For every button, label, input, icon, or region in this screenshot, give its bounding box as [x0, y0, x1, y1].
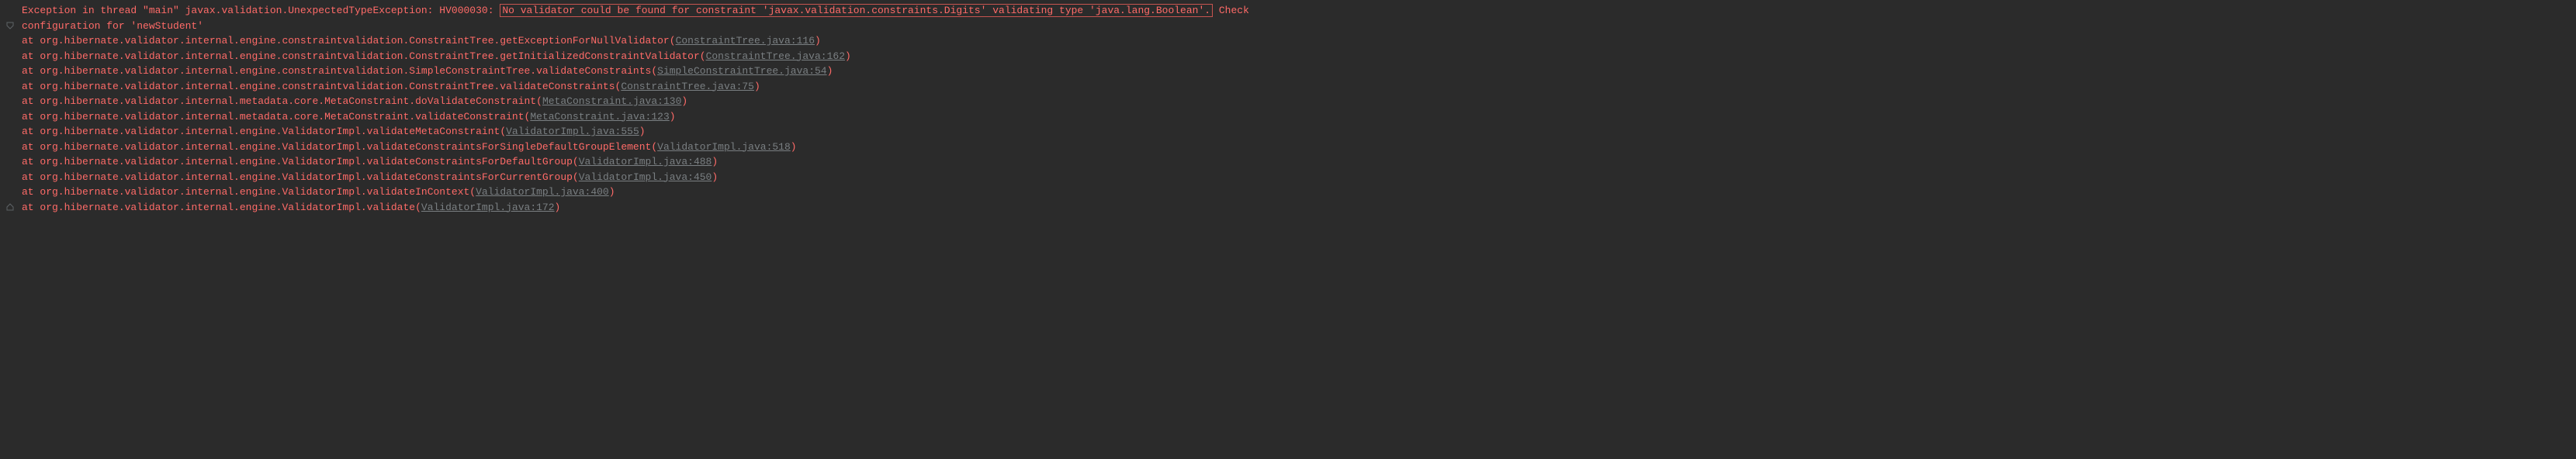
frame-call: org.hibernate.validator.internal.engine.…: [40, 35, 669, 47]
frame-call: org.hibernate.validator.internal.engine.…: [40, 156, 573, 167]
source-link[interactable]: ConstraintTree.java:162: [706, 50, 845, 62]
frame-call: org.hibernate.validator.internal.engine.…: [40, 50, 699, 62]
frame-call: org.hibernate.validator.internal.engine.…: [40, 202, 415, 213]
frame-open: (: [651, 141, 657, 153]
source-link[interactable]: MetaConstraint.java:123: [530, 111, 669, 123]
frame-call: org.hibernate.validator.internal.engine.…: [40, 141, 651, 153]
frame-open: (: [415, 202, 421, 213]
frame-indent: at: [22, 50, 40, 62]
frame-call: org.hibernate.validator.internal.metadat…: [40, 95, 536, 107]
source-link[interactable]: ValidatorImpl.java:488: [579, 156, 712, 167]
source-link[interactable]: ValidatorImpl.java:518: [657, 141, 791, 153]
frame-call: org.hibernate.validator.internal.engine.…: [40, 171, 573, 183]
frame-open: (: [573, 171, 579, 183]
exception-prefix: Exception in thread "main" javax.validat…: [22, 5, 500, 16]
frame-open: (: [500, 126, 506, 137]
stack-frame: at org.hibernate.validator.internal.engi…: [0, 200, 2576, 216]
exception-suffix: Check: [1219, 5, 1249, 16]
source-link[interactable]: ValidatorImpl.java:450: [579, 171, 712, 183]
frame-open: (: [700, 50, 706, 62]
frame-close: ): [791, 141, 797, 153]
frame-call: org.hibernate.validator.internal.engine.…: [40, 81, 615, 92]
frame-close: ): [754, 81, 760, 92]
frame-close: ): [845, 50, 851, 62]
source-link[interactable]: ValidatorImpl.java:400: [476, 186, 609, 198]
source-link[interactable]: ValidatorImpl.java:172: [421, 202, 555, 213]
collapse-bottom-icon[interactable]: [3, 200, 17, 216]
stack-frame: at org.hibernate.validator.internal.engi…: [0, 49, 2576, 64]
frame-close: ): [815, 35, 821, 47]
frame-indent: at: [22, 111, 40, 123]
source-link[interactable]: ConstraintTree.java:75: [621, 81, 754, 92]
collapse-top-icon[interactable]: [3, 19, 17, 34]
frame-close: ): [827, 65, 833, 77]
frame-open: (: [573, 156, 579, 167]
frame-call: org.hibernate.validator.internal.engine.…: [40, 186, 469, 198]
exception-highlight-box: No validator could be found for constrai…: [500, 4, 1213, 17]
frame-close: ): [609, 186, 615, 198]
frame-close: ): [712, 156, 718, 167]
stack-frame: at org.hibernate.validator.internal.engi…: [0, 64, 2576, 79]
exception-header-line: Exception in thread "main" javax.validat…: [0, 3, 2576, 19]
frame-open: (: [469, 186, 476, 198]
source-link[interactable]: ConstraintTree.java:116: [676, 35, 815, 47]
source-link[interactable]: MetaConstraint.java:130: [542, 95, 681, 107]
exception-continuation-text: configuration for 'newStudent': [22, 20, 203, 32]
exception-continuation-line: configuration for 'newStudent': [0, 19, 2576, 34]
stack-frame: at org.hibernate.validator.internal.engi…: [0, 79, 2576, 95]
stack-frame: at org.hibernate.validator.internal.engi…: [0, 140, 2576, 155]
frame-close: ): [681, 95, 687, 107]
frame-open: (: [670, 35, 676, 47]
stack-frame: at org.hibernate.validator.internal.engi…: [0, 33, 2576, 49]
frame-indent: at: [22, 35, 40, 47]
frame-indent: at: [22, 156, 40, 167]
frame-open: (: [536, 95, 542, 107]
stack-frame: at org.hibernate.validator.internal.engi…: [0, 154, 2576, 170]
stack-frame: at org.hibernate.validator.internal.meta…: [0, 94, 2576, 109]
frame-indent: at: [22, 171, 40, 183]
frame-call: org.hibernate.validator.internal.engine.…: [40, 126, 500, 137]
frame-indent: at: [22, 65, 40, 77]
frame-indent: at: [22, 126, 40, 137]
stack-frame: at org.hibernate.validator.internal.engi…: [0, 170, 2576, 185]
frame-close: ): [670, 111, 676, 123]
frame-indent: at: [22, 81, 40, 92]
frame-close: ): [555, 202, 561, 213]
frame-call: org.hibernate.validator.internal.metadat…: [40, 111, 524, 123]
frame-indent: at: [22, 141, 40, 153]
frame-indent: at: [22, 95, 40, 107]
frame-close: ): [639, 126, 646, 137]
frame-call: org.hibernate.validator.internal.engine.…: [40, 65, 651, 77]
source-link[interactable]: SimpleConstraintTree.java:54: [657, 65, 826, 77]
frame-indent: at: [22, 186, 40, 198]
source-link[interactable]: ValidatorImpl.java:555: [506, 126, 639, 137]
frame-indent: at: [22, 202, 40, 213]
stack-frame: at org.hibernate.validator.internal.engi…: [0, 124, 2576, 140]
frame-open: (: [651, 65, 657, 77]
stack-frame: at org.hibernate.validator.internal.meta…: [0, 109, 2576, 125]
stack-frame: at org.hibernate.validator.internal.engi…: [0, 185, 2576, 200]
frame-close: ): [712, 171, 718, 183]
